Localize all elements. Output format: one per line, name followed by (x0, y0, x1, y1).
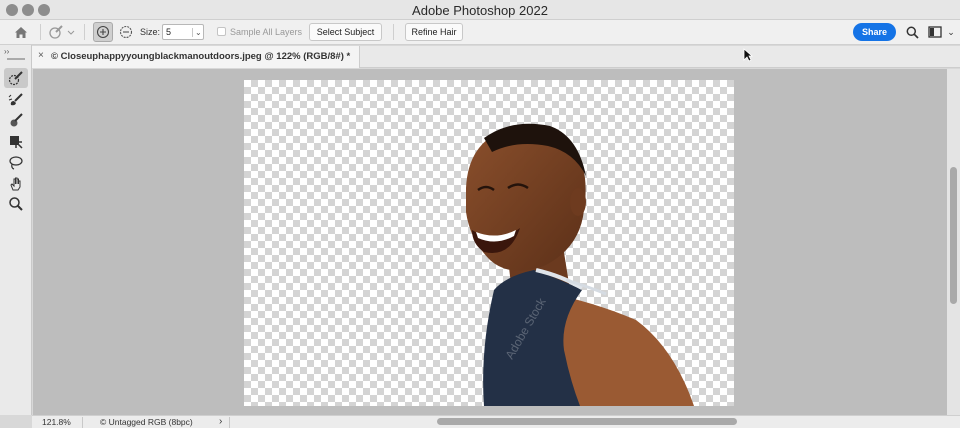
subject-photo: Adobe Stock (466, 123, 694, 406)
brush-size-value: 5 (166, 27, 172, 37)
mouse-cursor-icon (743, 48, 753, 62)
document-image[interactable]: Adobe Stock (244, 80, 734, 406)
select-subject-button[interactable]: Select Subject (309, 23, 382, 41)
subtract-from-selection-button[interactable] (117, 23, 135, 41)
separator (84, 24, 85, 40)
brush-tool-icon[interactable] (4, 90, 28, 110)
home-icon[interactable] (12, 24, 30, 40)
sample-all-layers-label: Sample All Layers (230, 27, 303, 37)
tools-panel: ›› (0, 45, 32, 415)
lasso-tool-icon[interactable] (4, 153, 28, 173)
separator (82, 417, 83, 428)
horizontal-scroll-thumb[interactable] (437, 418, 737, 425)
zoom-tool-icon[interactable] (4, 194, 28, 214)
separator (229, 417, 230, 428)
window-title: Adobe Photoshop 2022 (412, 3, 548, 18)
color-brush-tool-icon[interactable] (4, 110, 28, 130)
separator (393, 24, 394, 40)
search-icon[interactable] (904, 24, 920, 40)
status-menu-arrow[interactable]: › (219, 416, 222, 427)
chevron-down-icon[interactable]: ⌄ (192, 27, 202, 37)
quick-selection-tool-icon[interactable] (4, 68, 28, 88)
collapse-panel-icon[interactable]: ›› (4, 47, 9, 56)
tool-preset-picker[interactable] (46, 24, 76, 40)
panel-grip[interactable] (7, 58, 25, 60)
hand-tool-icon[interactable] (4, 174, 28, 194)
options-bar: Size: 5 ⌄ Sample All Layers Select Subje… (0, 20, 960, 45)
refine-hair-button[interactable]: Refine Hair (405, 23, 463, 41)
chevron-down-icon[interactable]: ⌄ (946, 25, 956, 39)
close-tab-icon[interactable]: × (38, 50, 44, 61)
title-bar: Adobe Photoshop 2022 (0, 0, 960, 20)
document-tab[interactable]: × © Closeuphappyyoungblackmanoutdoors.jp… (32, 46, 360, 68)
canvas-area[interactable]: Adobe Stock (33, 69, 947, 415)
document-tab-bar: × © Closeuphappyyoungblackmanoutdoors.jp… (32, 46, 960, 68)
document-tab-label: © Closeuphappyyoungblackmanoutdoors.jpeg… (51, 51, 351, 62)
object-selection-tool-icon[interactable] (4, 132, 28, 152)
brush-size-field[interactable]: 5 ⌄ (162, 24, 204, 40)
add-to-selection-button[interactable] (93, 22, 113, 42)
separator (40, 24, 41, 40)
zoom-level[interactable]: 121.8% (42, 417, 71, 427)
sample-all-layers-checkbox[interactable] (217, 27, 226, 36)
brush-size-label: Size: (140, 27, 161, 37)
share-button[interactable]: Share (853, 23, 896, 41)
workspace-icon[interactable] (927, 24, 943, 40)
vertical-scrollbar[interactable] (947, 69, 960, 415)
vertical-scroll-thumb[interactable] (950, 167, 957, 304)
color-profile-info: © Untagged RGB (8bpc) (100, 417, 193, 427)
